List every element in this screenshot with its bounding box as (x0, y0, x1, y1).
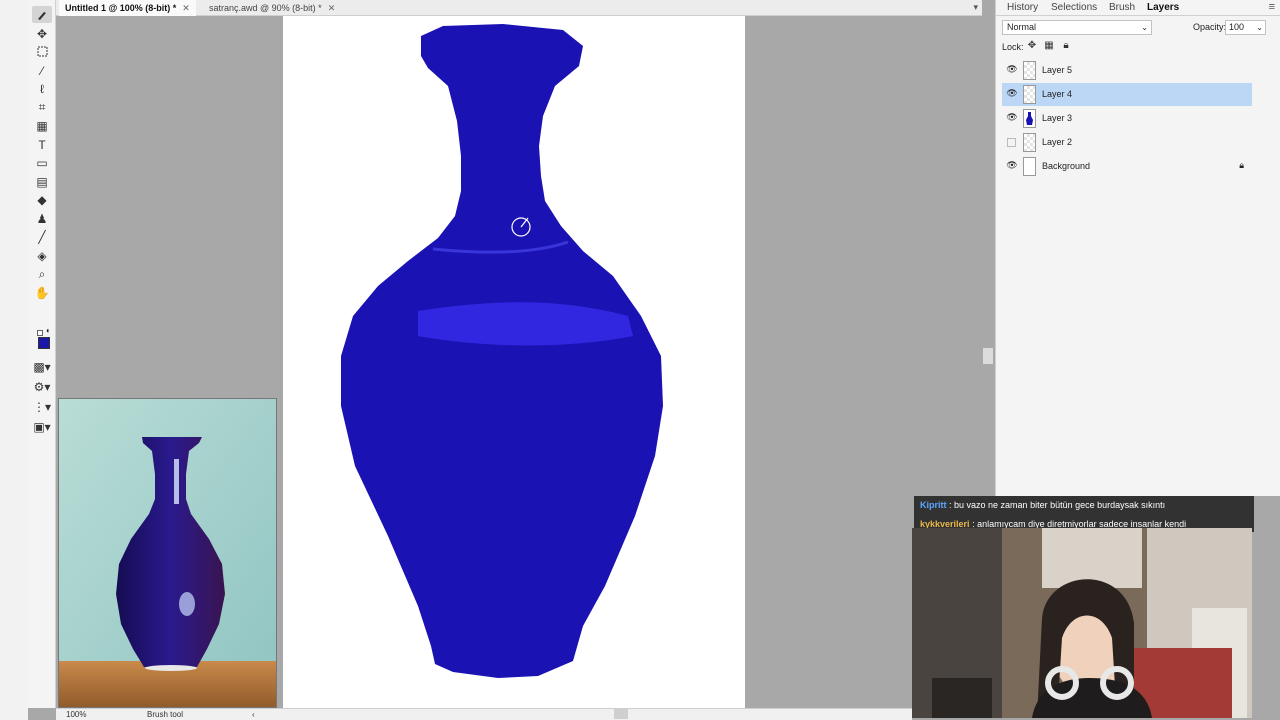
tab-selections[interactable]: Selections (1051, 0, 1097, 16)
lock-all-icon[interactable]: 🔒︎ (1060, 40, 1072, 52)
webcam-overlay (912, 528, 1252, 718)
eye-icon[interactable]: 👁︎ (1006, 88, 1018, 99)
visibility-toggle[interactable] (1007, 138, 1016, 147)
brush-icon[interactable] (32, 6, 52, 23)
layer-row[interactable]: 👁︎ Background 🔒︎ (1002, 155, 1252, 178)
left-edge-strip (0, 0, 28, 720)
eye-icon[interactable]: 👁︎ (1006, 64, 1018, 75)
layer-row[interactable]: Layer 2 (1002, 131, 1252, 154)
rect-select-icon[interactable] (32, 43, 52, 60)
layer-thumbnail (1023, 85, 1036, 104)
zoom-readout: 100% (66, 710, 87, 719)
chat-username: Kipritt (920, 500, 947, 510)
layer-row[interactable]: 👁︎ Layer 5 (1002, 59, 1252, 82)
lock-label: Lock: (1002, 42, 1024, 52)
scrollbar-handle[interactable] (983, 348, 993, 364)
crop-icon[interactable]: ⌗ (32, 98, 52, 115)
scrollbar-handle[interactable] (614, 709, 628, 719)
foreground-color-swatch[interactable] (38, 337, 50, 349)
brush-mode-icon[interactable]: ▣▾ (30, 418, 54, 435)
lock-icon: 🔒︎ (1239, 160, 1244, 170)
layer-name: Layer 4 (1042, 89, 1073, 99)
document-tabs: Untitled 1 @ 100% (8-bit) * ✕ satranç.awd… (56, 0, 982, 16)
lock-position-icon[interactable]: ✥ (1026, 40, 1038, 52)
reference-photo (58, 398, 277, 708)
eye-icon[interactable]: 👁︎ (1006, 160, 1018, 171)
layer-thumbnail (1023, 109, 1036, 128)
blend-mode-select[interactable]: Normal ⌄ (1002, 20, 1152, 35)
layer-row[interactable]: 👁︎ Layer 3 (1002, 107, 1252, 130)
right-panel: History Selections Brush Layers ≡ Normal… (995, 0, 1280, 496)
layer-row[interactable]: 👁︎ Layer 4 (1002, 83, 1252, 106)
tools-panel: ✥ ⁄ ℓ ⌗ ▦ T ▭ ▤ ◆ ♟ ╱ ◈ ⌕ ✋ ◐ ▩▾ ⚙▾ ⋮▾ ▣… (28, 0, 56, 708)
layer-thumbnail (1023, 61, 1036, 80)
status-bar: 100% Brush tool ‹ (56, 708, 912, 720)
brush-settings-icon[interactable]: ⚙▾ (30, 378, 54, 395)
layer-name: Background (1042, 161, 1091, 171)
blend-mode-value: Normal (1007, 22, 1037, 32)
stream-chat-overlay: Kipritt : bu vazo ne zaman biter bütün g… (914, 496, 1254, 532)
chevron-down-icon: ⌄ (1256, 23, 1263, 32)
document-canvas[interactable] (283, 16, 745, 708)
grid-icon[interactable]: ▦ (32, 117, 52, 134)
layer-thumbnail (1023, 157, 1036, 176)
close-icon[interactable]: ✕ (328, 3, 336, 13)
layer-name: Layer 5 (1042, 65, 1073, 75)
opacity-label: Opacity: (1193, 22, 1227, 32)
chat-message: Kipritt : bu vazo ne zaman biter bütün g… (920, 500, 1165, 510)
brush-size-icon[interactable]: ⋮▾ (30, 398, 54, 415)
zoom-icon[interactable]: ⌕ (32, 265, 52, 282)
shape-icon[interactable]: ▭ (32, 154, 52, 171)
background-color-swatch[interactable] (37, 330, 43, 336)
text-icon[interactable]: T (32, 136, 52, 153)
tab-history[interactable]: History (1007, 0, 1038, 16)
swap-colors-icon[interactable]: ◐ (46, 326, 51, 335)
gradient-icon[interactable]: ▤ (32, 173, 52, 190)
lock-pixels-icon[interactable]: ▦ (1043, 40, 1055, 52)
fill-icon[interactable]: ◈ (32, 247, 52, 264)
opacity-value: 100 (1229, 22, 1245, 32)
lasso-icon[interactable]: ℓ (32, 80, 52, 97)
panel-tabs: History Selections Brush Layers ≡ (996, 0, 1280, 16)
tab-layers[interactable]: Layers (1147, 0, 1179, 16)
current-tool-label: Brush tool (147, 710, 184, 719)
layer-name: Layer 2 (1042, 137, 1073, 147)
chevron-left-icon[interactable]: ‹ (252, 710, 255, 719)
layer-thumbnail (1023, 133, 1036, 152)
hand-icon[interactable]: ✋ (32, 284, 52, 301)
eyedropper-icon[interactable]: ╱ (32, 228, 52, 245)
eraser-icon[interactable]: ◆ (32, 191, 52, 208)
move-icon[interactable]: ✥ (32, 25, 52, 42)
stamp-icon[interactable]: ♟ (32, 210, 52, 227)
chat-text: : bu vazo ne zaman biter bütün gece burd… (949, 500, 1166, 510)
layer-name: Layer 3 (1042, 113, 1073, 123)
close-icon[interactable]: ✕ (182, 3, 190, 13)
magic-wand-icon[interactable]: ⁄ (32, 62, 52, 79)
tab-untitled-1[interactable]: Untitled 1 @ 100% (8-bit) * ✕ (59, 0, 196, 16)
eye-icon[interactable]: 👁︎ (1006, 112, 1018, 123)
brush-preset-icon[interactable]: ▩▾ (30, 358, 54, 375)
tab-label: Untitled 1 @ 100% (8-bit) * (65, 3, 177, 13)
chevron-down-icon[interactable]: ▾ (973, 2, 978, 13)
tab-label: satranç.awd @ 90% (8-bit) * (209, 3, 322, 13)
menu-icon[interactable]: ≡ (1269, 1, 1275, 13)
opacity-field[interactable]: 100 ⌄ (1225, 20, 1266, 35)
vase-painting (341, 24, 663, 678)
chevron-down-icon: ⌄ (1141, 23, 1148, 32)
tab-brush[interactable]: Brush (1109, 0, 1135, 16)
tab-satranc[interactable]: satranç.awd @ 90% (8-bit) * ✕ (203, 0, 341, 16)
